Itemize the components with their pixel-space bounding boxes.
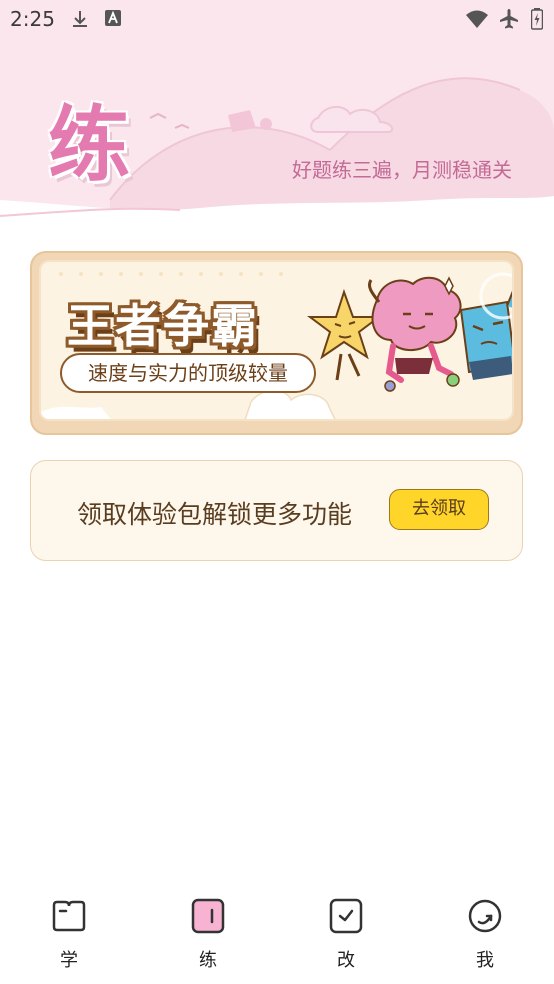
- header-slogan: 好题练三遍，月测稳通关: [292, 158, 512, 182]
- wifi-icon: [466, 10, 488, 28]
- king-battle-banner[interactable]: 王者争霸 速度与实力的顶级较量: [30, 251, 523, 435]
- nav-label-learn: 学: [60, 950, 78, 971]
- status-time: 2:25: [10, 7, 55, 31]
- banner-inner: 王者争霸 速度与实力的顶级较量: [39, 260, 514, 421]
- nav-label-correct: 改: [337, 950, 355, 971]
- claim-button[interactable]: 去领取: [389, 489, 489, 530]
- nav-label-me: 我: [476, 950, 494, 971]
- airplane-mode-icon: [500, 9, 518, 29]
- banner-title: 王者争霸: [67, 299, 259, 353]
- page-title: 练: [48, 98, 131, 193]
- nav-item-me[interactable]: 我: [445, 898, 525, 978]
- trial-pack-text: 领取体验包解锁更多功能: [77, 500, 353, 529]
- trial-pack-card: 领取体验包解锁更多功能 去领取: [30, 460, 523, 561]
- nav-label-practice: 练: [199, 950, 217, 971]
- download-icon: [73, 11, 87, 27]
- bottom-nav: 学 练 改 我: [0, 890, 554, 984]
- accessibility-icon: [105, 10, 121, 26]
- book-icon: [52, 900, 86, 932]
- practice-icon: [191, 898, 225, 934]
- check-icon: [329, 898, 363, 934]
- profile-icon: [468, 899, 502, 933]
- status-bar: 2:25: [0, 0, 554, 38]
- nav-item-learn[interactable]: 学: [29, 898, 109, 978]
- battery-charging-icon: [531, 8, 543, 30]
- nav-item-correct[interactable]: 改: [306, 898, 386, 978]
- nav-item-practice[interactable]: 练: [168, 898, 248, 978]
- banner-subtitle: 速度与实力的顶级较量: [60, 353, 316, 393]
